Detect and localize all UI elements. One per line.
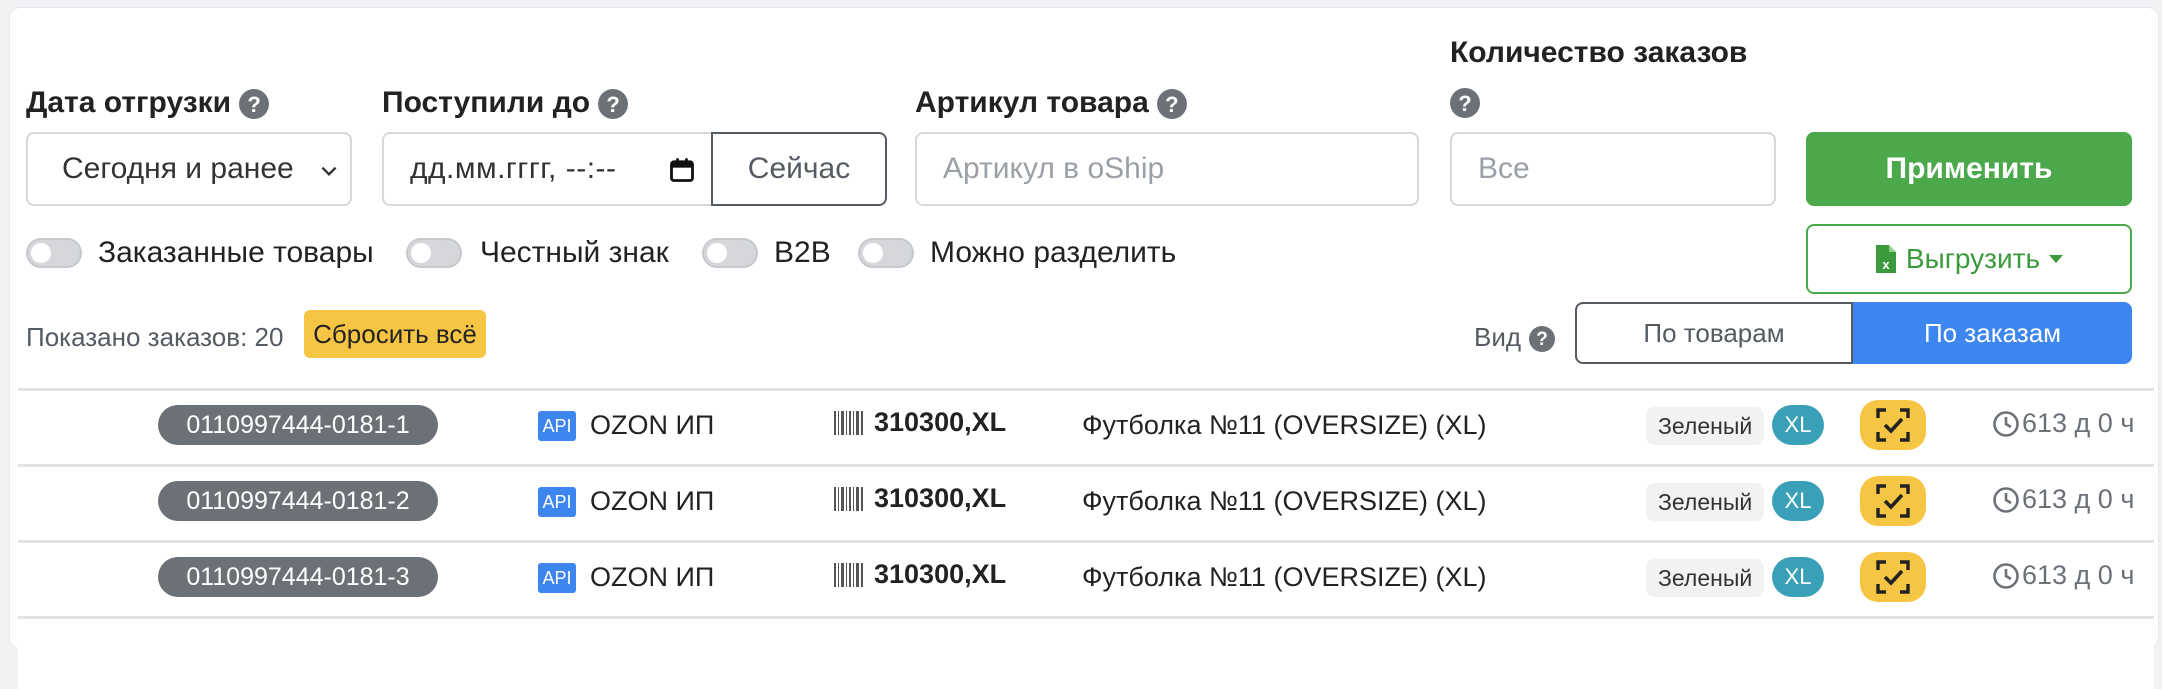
shop-name: OZON ИП — [590, 410, 715, 440]
shop-name: OZON ИП — [590, 562, 715, 592]
orders-shown-count: Показано заказов: 20 — [26, 322, 284, 352]
filter-panel: Дата отгрузки? Поступили до? Артикул тов… — [10, 8, 2158, 689]
api-badge: API — [538, 411, 576, 441]
toggle-b2b-label: B2B — [774, 236, 831, 269]
clock-icon — [1993, 410, 2019, 437]
view-label-text: Вид — [1474, 322, 1522, 352]
toggle-ordered-items[interactable] — [26, 238, 82, 268]
caret-down-icon — [2049, 255, 2064, 263]
table-row[interactable]: 0110997444-0181-3 API OZON ИП 310300,XL … — [18, 540, 2154, 613]
color-tag: Зеленый — [1646, 407, 1765, 445]
order-id-badge[interactable]: 0110997444-0181-3 — [158, 557, 438, 597]
apply-button[interactable]: Применить — [1806, 132, 2132, 206]
help-icon[interactable]: ? — [1529, 326, 1556, 353]
scan-check-icon — [1876, 484, 1910, 518]
color-tag: Зеленый — [1646, 559, 1765, 597]
scan-check-icon — [1876, 560, 1910, 594]
toggle-honest-sign[interactable] — [406, 238, 462, 268]
ship-date-label-text: Дата отгрузки — [26, 86, 232, 119]
clock-icon — [1993, 486, 2019, 513]
api-badge: API — [538, 487, 576, 517]
color-tag: Зеленый — [1646, 483, 1765, 521]
ship-date-select[interactable]: Сегодня и ранее — [26, 132, 352, 206]
help-icon[interactable]: ? — [239, 89, 270, 120]
svg-text:x: x — [1882, 257, 1890, 272]
sku-input[interactable]: Артикул в oShip — [915, 132, 1419, 206]
product-name: Футболка №11 (OVERSIZE) (XL) — [1082, 410, 1487, 440]
order-count-placeholder: Все — [1478, 152, 1530, 185]
table-row[interactable]: 0110997444-0181-1 API OZON ИП 310300,XL … — [18, 388, 2154, 461]
api-badge: API — [538, 563, 576, 593]
sku-placeholder: Артикул в oShip — [943, 152, 1165, 185]
calendar-icon[interactable] — [668, 156, 696, 184]
shop-name: OZON ИП — [590, 486, 715, 516]
size-badge: XL — [1772, 481, 1824, 521]
view-by-items-button[interactable]: По товарам — [1575, 302, 1853, 364]
help-icon[interactable]: ? — [1450, 88, 1480, 118]
product-name: Футболка №11 (OVERSIZE) (XL) — [1082, 486, 1487, 516]
ship-date-label: Дата отгрузки? — [26, 86, 270, 120]
view-by-orders-button[interactable]: По заказам — [1853, 302, 2132, 364]
order-age: 613 д 0 ч — [1992, 408, 2134, 439]
sku-value: 310300,XL — [874, 483, 1007, 513]
view-label: Вид? — [1474, 322, 1556, 353]
sku-label: Артикул товара? — [915, 86, 1187, 120]
order-id-badge[interactable]: 0110997444-0181-2 — [158, 481, 438, 521]
sku-label-text: Артикул товара — [915, 86, 1149, 119]
order-count-label: Количество заказов — [1450, 36, 1748, 69]
toggle-can-split-label: Можно разделить — [930, 236, 1177, 269]
order-age-value: 613 д 0 ч — [2022, 560, 2135, 590]
size-badge: XL — [1772, 405, 1824, 445]
order-age-value: 613 д 0 ч — [2022, 408, 2135, 438]
help-icon[interactable]: ? — [598, 89, 629, 120]
scan-check-icon — [1876, 408, 1910, 442]
ship-date-value: Сегодня и ранее — [62, 152, 294, 185]
barcode-icon — [834, 411, 863, 435]
toggle-ordered-items-label: Заказанные товары — [98, 236, 374, 269]
reset-all-button[interactable]: Сбросить всё — [304, 310, 486, 358]
help-icon[interactable]: ? — [1156, 89, 1187, 120]
size-badge: XL — [1772, 557, 1824, 597]
scan-check-badge[interactable] — [1860, 552, 1926, 602]
scan-check-badge[interactable] — [1860, 476, 1926, 526]
order-count-help: ? — [1450, 88, 1480, 118]
received-until-label-text: Поступили до — [382, 86, 591, 119]
export-button[interactable]: x Выгрузить — [1806, 224, 2132, 294]
order-age-value: 613 д 0 ч — [2022, 484, 2135, 514]
now-button[interactable]: Сейчас — [711, 132, 887, 206]
scan-check-badge[interactable] — [1860, 400, 1926, 450]
datetime-value: дд.мм.гггг, --:-- — [410, 152, 617, 185]
order-id-badge[interactable]: 0110997444-0181-1 — [158, 405, 438, 445]
chevron-down-icon — [321, 166, 337, 177]
received-until-input[interactable]: дд.мм.гггг, --:-- — [382, 132, 722, 206]
sku-value: 310300,XL — [874, 407, 1007, 437]
table-row-partial — [18, 616, 2154, 689]
order-age: 613 д 0 ч — [1992, 484, 2134, 515]
toggle-can-split[interactable] — [858, 238, 914, 268]
excel-file-icon: x — [1875, 245, 1896, 273]
export-label: Выгрузить — [1905, 243, 2041, 274]
sku-value: 310300,XL — [874, 559, 1007, 589]
toggle-b2b[interactable] — [702, 238, 758, 268]
order-age: 613 д 0 ч — [1992, 560, 2134, 591]
barcode-icon — [834, 563, 863, 587]
clock-icon — [1993, 562, 2019, 589]
received-until-label: Поступили до? — [382, 86, 629, 120]
toggle-honest-sign-label: Честный знак — [480, 236, 669, 269]
product-name: Футболка №11 (OVERSIZE) (XL) — [1082, 562, 1487, 592]
table-row[interactable]: 0110997444-0181-2 API OZON ИП 310300,XL … — [18, 464, 2154, 537]
barcode-icon — [834, 487, 863, 511]
order-count-input[interactable]: Все — [1450, 132, 1776, 206]
